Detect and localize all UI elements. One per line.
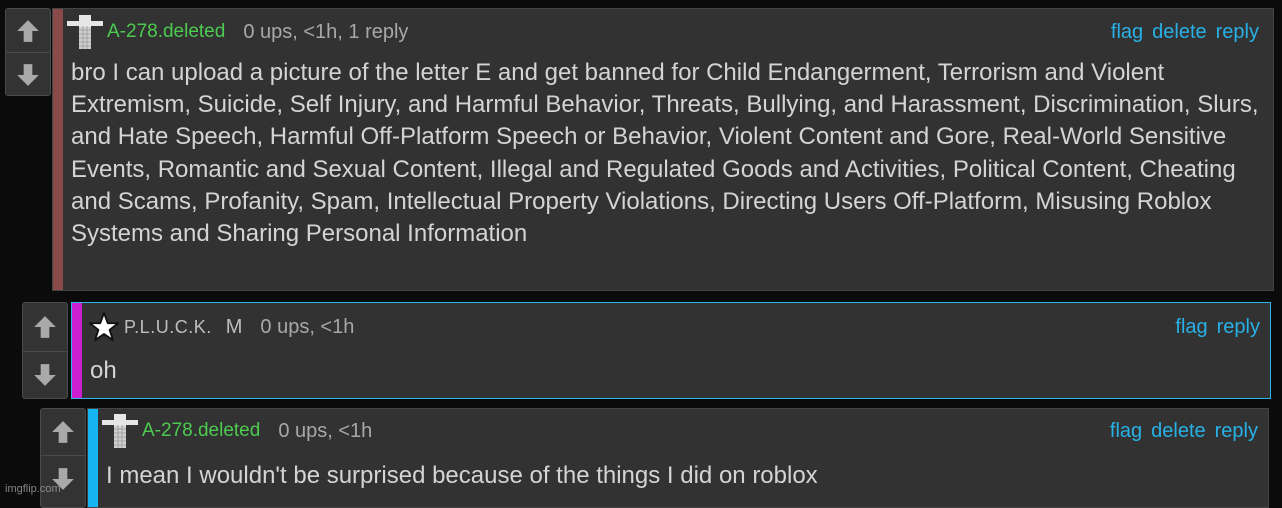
arrow-down-icon <box>17 63 39 86</box>
comment-actions: flag delete reply <box>1111 21 1259 44</box>
vote-box <box>22 302 68 399</box>
delete-link[interactable]: delete <box>1151 420 1206 443</box>
comment-meta: 0 ups, <1h <box>260 315 355 338</box>
arrow-up-icon <box>52 421 74 443</box>
block-figure-icon <box>102 414 138 448</box>
comment-text: bro I can upload a picture of the letter… <box>71 59 1259 248</box>
comment-body: P.L.U.C.K. M 0 ups, <1h flag reply oh <box>71 302 1271 399</box>
arrow-up-icon <box>17 19 39 42</box>
comment-header: P.L.U.C.K. M 0 ups, <1h flag reply <box>88 310 1260 344</box>
downvote-button[interactable] <box>6 53 50 95</box>
upvote-button[interactable] <box>6 9 50 53</box>
thread-depth-bar <box>72 303 82 398</box>
username-link[interactable]: P.L.U.C.K. <box>124 317 212 338</box>
comment-actions: flag reply <box>1175 316 1260 339</box>
thread-depth-bar <box>53 9 63 290</box>
thread-depth-bar <box>88 409 98 507</box>
comment-header: A-278.deleted 0 ups, <1h, 1 reply flag d… <box>67 15 1259 49</box>
upvote-button[interactable] <box>41 409 85 456</box>
reply-link[interactable]: reply <box>1217 316 1260 339</box>
comment-meta: 0 ups, <1h, 1 reply <box>243 20 409 43</box>
upvote-button[interactable] <box>23 303 67 352</box>
comment-text: I mean I wouldn't be surprised because o… <box>106 462 818 489</box>
block-figure-icon <box>67 15 103 49</box>
comment-meta: 0 ups, <1h <box>278 419 373 442</box>
arrow-down-icon <box>34 364 56 386</box>
flag-link[interactable]: flag <box>1111 21 1143 44</box>
comment-body: A-278.deleted 0 ups, <1h, 1 reply flag d… <box>52 8 1274 291</box>
vote-box <box>5 8 51 96</box>
flag-link[interactable]: flag <box>1175 316 1207 339</box>
mod-badge: M <box>225 315 243 338</box>
comment-actions: flag delete reply <box>1110 420 1258 443</box>
username-link[interactable]: A-278.deleted <box>142 420 260 442</box>
downvote-button[interactable] <box>23 352 67 398</box>
comment-header: A-278.deleted 0 ups, <1h flag delete rep… <box>102 414 1258 448</box>
flag-link[interactable]: flag <box>1110 420 1142 443</box>
reply-link[interactable]: reply <box>1216 21 1259 44</box>
downvote-button[interactable] <box>41 456 85 502</box>
reply-link[interactable]: reply <box>1215 420 1258 443</box>
watermark: imgflip.com <box>5 483 61 495</box>
delete-link[interactable]: delete <box>1152 21 1207 44</box>
star-icon <box>88 311 120 342</box>
username-link[interactable]: A-278.deleted <box>107 21 225 43</box>
comment-body: A-278.deleted 0 ups, <1h flag delete rep… <box>87 408 1269 508</box>
arrow-up-icon <box>34 316 56 338</box>
comment-text: oh <box>90 357 117 384</box>
